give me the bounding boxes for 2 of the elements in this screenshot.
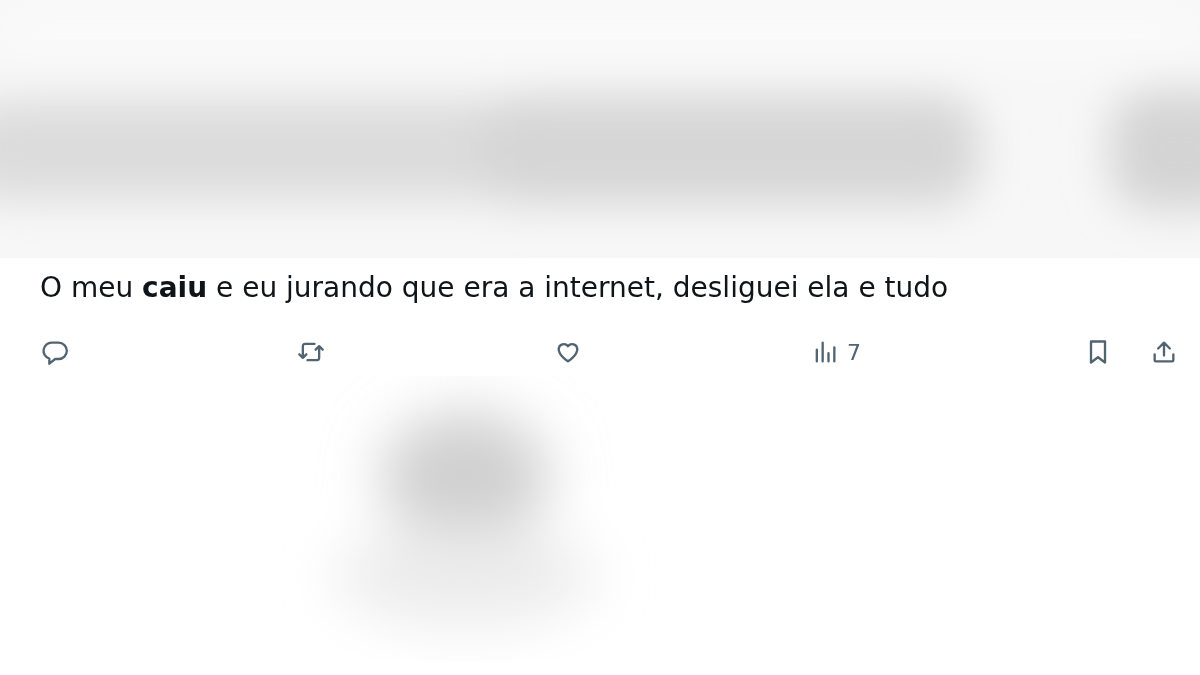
post-text: O meu caiu e eu jurando que era a internet, desliguei ela e tudo: [39, 270, 950, 306]
views-button[interactable]: 7: [811, 335, 861, 369]
